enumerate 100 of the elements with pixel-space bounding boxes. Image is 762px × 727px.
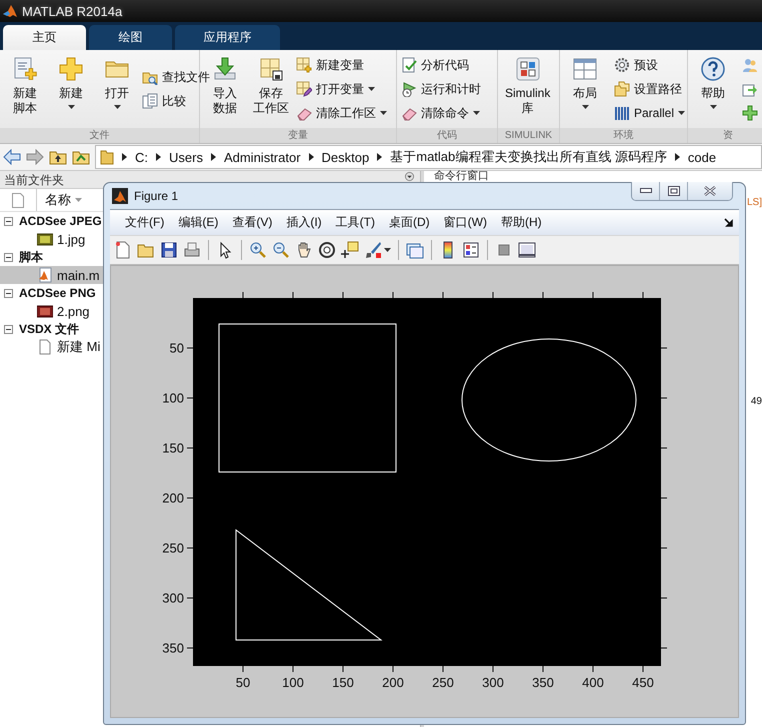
menu-item[interactable]: 查看(V) (225, 214, 280, 231)
folder-icon (100, 149, 114, 165)
menu-item[interactable]: 工具(T) (328, 214, 382, 231)
layout-icon (572, 56, 598, 82)
up-folder-icon[interactable] (49, 149, 67, 165)
group-label: 代码 (397, 128, 497, 143)
data-cursor-icon[interactable] (339, 239, 361, 261)
window-title: MATLAB R2014a (22, 4, 122, 18)
ribbon-button[interactable]: 帮助 (692, 50, 734, 128)
menu-item[interactable]: 编辑(E) (171, 214, 226, 231)
tick-label: 400 (582, 675, 604, 690)
gear-icon (614, 57, 630, 73)
tick-label: 150 (332, 675, 354, 690)
ribbon-button[interactable]: 新建 (50, 50, 92, 128)
ribbon-button[interactable]: 查找文件 (142, 65, 212, 89)
ribbon-button[interactable]: 打开 (96, 50, 138, 128)
command-output: 49 (750, 396, 762, 407)
ribbon-tab[interactable]: 主页 (3, 25, 86, 50)
group-label: 文件 (0, 128, 199, 143)
rotate-icon[interactable] (316, 239, 338, 261)
tick-label: 50 (236, 675, 250, 690)
ribbon-button[interactable]: 新建变量 (296, 53, 389, 77)
ribbon-button[interactable]: Parallel (614, 101, 688, 125)
ribbon-button[interactable]: 比较 (142, 89, 212, 113)
ribbon-button[interactable]: 打开变量 (296, 77, 389, 101)
maximize-button[interactable] (659, 182, 687, 200)
chevron-icon (674, 153, 680, 161)
ribbon-tab[interactable]: 绘图 (89, 25, 172, 50)
parallel-icon (614, 105, 630, 121)
ribbon-button[interactable]: 设置路径 (614, 77, 688, 101)
tick-label: 200 (162, 490, 184, 506)
ribbon-button[interactable]: Simulink 库 (502, 50, 554, 128)
collapse-icon[interactable] (4, 252, 13, 262)
path-segment[interactable]: code (688, 150, 716, 164)
back-icon[interactable] (3, 149, 21, 165)
open-variable-icon (296, 81, 312, 97)
plus-icon (58, 56, 84, 82)
check-document-icon (401, 57, 417, 73)
close-button[interactable] (687, 182, 732, 200)
menu-item[interactable]: 桌面(D) (382, 214, 437, 231)
file-item[interactable]: 新建 Mi (0, 338, 103, 356)
stopwatch-icon (401, 81, 417, 97)
document-icon (37, 339, 53, 355)
menu-item[interactable]: 帮助(H) (494, 214, 549, 231)
matlab-logo-icon (2, 3, 18, 19)
file-item[interactable]: main.m (0, 266, 103, 284)
jpg-file-icon (37, 231, 53, 247)
png-file-icon (37, 303, 53, 319)
group-header: 脚本 (19, 248, 43, 266)
menu-item[interactable]: 窗口(W) (436, 214, 494, 231)
ribbon-tab[interactable]: 应用程序 (175, 25, 280, 50)
matlab-logo-icon (112, 188, 128, 204)
tick-label: 350 (162, 640, 184, 656)
minimize-icon (640, 188, 652, 194)
ribbon-button[interactable]: 布局 (564, 50, 606, 128)
file-item[interactable]: 2.png (0, 302, 103, 320)
path-segment[interactable]: Desktop (322, 150, 370, 164)
panel-title: 当前文件夹 (4, 172, 64, 189)
ribbon-button[interactable]: 清除工作区 (296, 101, 389, 125)
new-variable-icon (296, 57, 312, 73)
tick-label: 200 (382, 675, 404, 690)
ribbon-button[interactable]: 分析代码 (401, 53, 483, 77)
chevron-icon (156, 153, 161, 161)
group-label: 资 (688, 128, 762, 143)
ribbon-button[interactable]: 清除命令 (401, 101, 483, 125)
group-header: VSDX 文件 (19, 320, 80, 338)
tick-label: 300 (482, 675, 504, 690)
command-output: LS] (746, 197, 762, 208)
tick-label: 50 (170, 340, 184, 356)
minimize-button[interactable] (632, 182, 659, 200)
column-header[interactable]: 名称 (37, 191, 82, 209)
address-bar[interactable]: C: Users Administrator Desktop 基于matlab编程霍夫变换找出所有直线 源码程序 code (95, 145, 762, 169)
file-item[interactable]: 1.jpg (0, 230, 103, 248)
path-segment[interactable]: 基于matlab编程霍夫变换找出所有直线 源码程序 (390, 148, 667, 166)
help-icon (700, 56, 726, 82)
path-segment[interactable]: C: (135, 150, 148, 164)
panel-menu-icon[interactable] (405, 172, 414, 181)
close-icon (703, 186, 717, 196)
ribbon-button[interactable]: 保存 工作区 (250, 50, 292, 128)
new-script-icon (12, 56, 38, 82)
restore-icon (668, 186, 680, 196)
chevron-icon (377, 153, 382, 161)
caret-icon (75, 198, 82, 202)
save-workspace-icon (258, 56, 284, 82)
chevron-icon (210, 153, 216, 161)
menu-item[interactable]: 插入(I) (279, 214, 329, 231)
ribbon-button[interactable]: 运行和计时 (401, 77, 483, 101)
chevron-icon (308, 153, 314, 161)
dock-icon[interactable] (724, 218, 733, 227)
path-segment[interactable]: Users (169, 150, 203, 164)
ribbon-button[interactable]: 预设 (614, 53, 688, 77)
path-segment[interactable]: Administrator (224, 150, 301, 164)
collapse-icon[interactable] (4, 324, 13, 334)
collapse-icon[interactable] (4, 288, 13, 298)
collapse-icon[interactable] (4, 216, 13, 226)
compare-icon (142, 93, 158, 109)
ribbon-button[interactable]: 新建 脚本 (4, 50, 46, 128)
menu-item[interactable]: 文件(F) (118, 214, 172, 231)
forward-icon[interactable] (26, 149, 44, 165)
browse-folder-icon[interactable] (72, 149, 90, 165)
